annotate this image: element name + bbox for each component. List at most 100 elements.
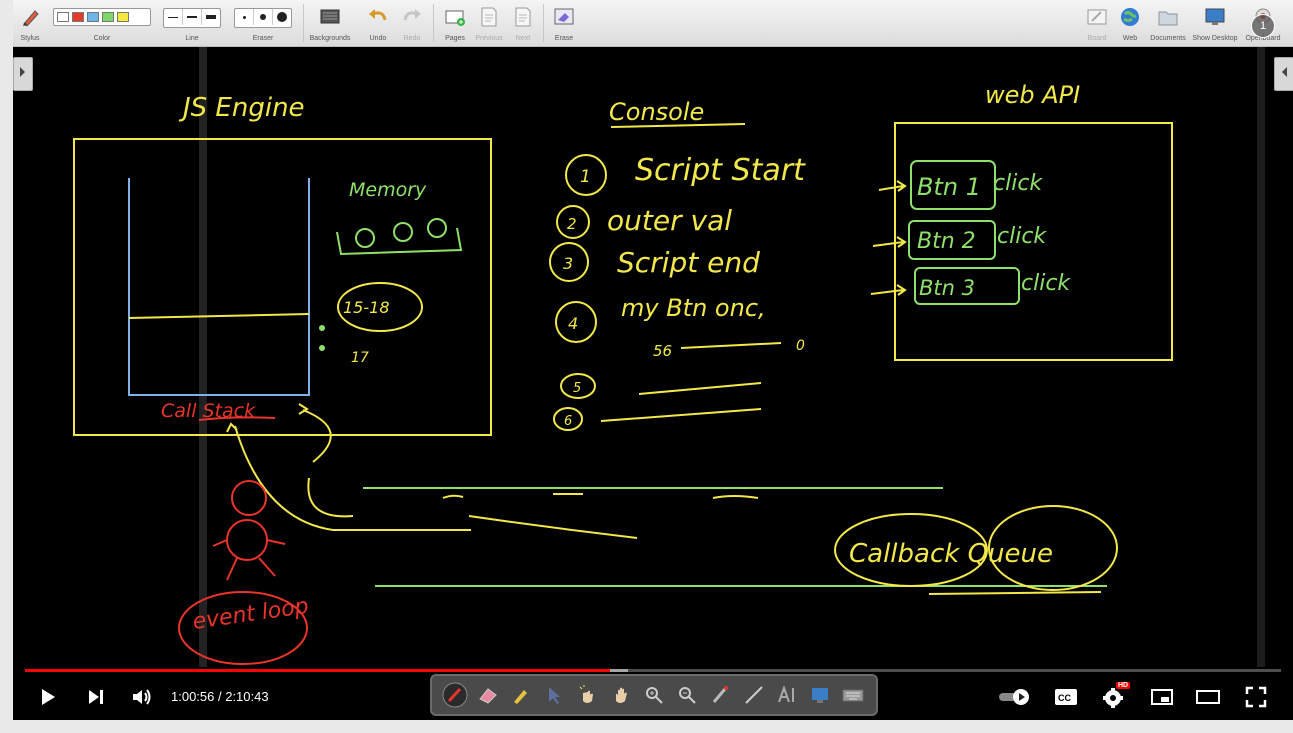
captions-button[interactable]: CC (1053, 684, 1079, 710)
settings-button[interactable]: HD (1101, 682, 1131, 710)
play-icon (42, 689, 55, 705)
erase-label: Erase (554, 35, 574, 42)
time-display: 1:00:56 / 2:10:43 (171, 689, 269, 704)
pages-button[interactable]: Pages (441, 4, 469, 44)
line-tool[interactable]: Line (163, 4, 221, 44)
event-loop-figure (212, 480, 286, 581)
notification-badge[interactable]: 1 (1251, 14, 1275, 38)
line-thin[interactable] (164, 9, 183, 25)
color-swatches[interactable] (53, 8, 151, 26)
memory-number: 17 (351, 350, 369, 366)
volume-button[interactable] (129, 684, 155, 710)
eraser-tool-button[interactable] (474, 681, 502, 709)
backgrounds-button[interactable]: Backgrounds (308, 4, 352, 44)
theater-mode-button[interactable] (1195, 684, 1221, 710)
laser-pointer-tool[interactable] (706, 681, 734, 709)
text-tool[interactable] (773, 681, 801, 709)
swatch-blue[interactable] (87, 12, 99, 22)
progress-played (25, 669, 611, 672)
video-progress-bar[interactable] (25, 669, 1281, 672)
play-button[interactable] (35, 684, 61, 710)
board-button[interactable]: Board (1084, 4, 1110, 44)
console-line-2-num: 2 (567, 215, 577, 233)
zoom-in-tool[interactable] (640, 681, 668, 709)
line-icon (744, 686, 763, 704)
undo-button[interactable]: Undo (365, 4, 391, 44)
eraser-tool[interactable]: Eraser (234, 4, 292, 44)
erase-button[interactable]: Erase (549, 4, 579, 44)
pages-label: Pages (445, 35, 465, 42)
redo-button[interactable]: Redo (399, 4, 425, 44)
console-line-6-num: 6 (564, 414, 572, 429)
swatch-yellow[interactable] (117, 12, 129, 22)
eraser-size-options[interactable] (234, 8, 292, 28)
zoom-out-icon (679, 687, 696, 704)
console-line-4-sub: 56 (653, 342, 672, 360)
hand-tool[interactable] (607, 681, 635, 709)
fullscreen-button[interactable] (1243, 684, 1269, 710)
line-tool-button[interactable] (740, 681, 768, 709)
web-api-btn-3: Btn 3 (919, 276, 975, 300)
erase-board-icon (554, 8, 574, 25)
console-title: Console (609, 98, 704, 126)
event-loop-arrow (234, 425, 471, 531)
documents-button[interactable]: Documents (1149, 4, 1187, 44)
call-stack-container (128, 178, 310, 396)
desktop-monitor-icon (1205, 8, 1225, 25)
autoplay-toggle-icon (999, 689, 1029, 705)
stylus-tool[interactable]: Stylus (15, 4, 45, 44)
interact-tool[interactable] (573, 681, 601, 709)
show-desktop-label: Show Desktop (1192, 35, 1238, 42)
console-line-3: Script end (617, 246, 760, 279)
closed-captions-icon: CC (1055, 689, 1077, 705)
previous-page-button[interactable]: Previous (473, 4, 505, 44)
video-frame[interactable]: Stylus Color Line Eraser Backgrounds Und… (13, 0, 1293, 720)
line-thick[interactable] (202, 9, 220, 25)
hand-sparkle-icon (580, 685, 594, 703)
highlighter-tool[interactable] (507, 681, 535, 709)
keyboard-tool[interactable] (839, 681, 867, 709)
folder-icon (1158, 11, 1178, 26)
next-page-button[interactable]: Next (509, 4, 537, 44)
next-label: Next (515, 35, 531, 42)
whiteboard-canvas[interactable]: JS Engine Call Stack Memory 15-18 17 Con… (13, 47, 1293, 667)
console-line-4: my Btn onc, (621, 294, 766, 322)
autoplay-toggle[interactable] (997, 684, 1033, 710)
pen-tool[interactable] (441, 681, 469, 709)
eraser-medium[interactable] (254, 9, 273, 25)
board-icon (1087, 9, 1107, 25)
text-tool-icon (777, 685, 794, 703)
memory-label: Memory (349, 179, 427, 201)
swatch-white[interactable] (57, 12, 69, 22)
console-line-2: outer val (607, 204, 732, 237)
swatch-green[interactable] (102, 12, 114, 22)
console-line-4-num: 4 (568, 314, 578, 333)
backgrounds-icon (320, 9, 340, 24)
line-width-options[interactable] (163, 8, 221, 28)
theater-mode-icon (1196, 690, 1220, 704)
miniplayer-button[interactable] (1149, 684, 1175, 710)
annotation-toolbar (430, 674, 878, 716)
swatch-red[interactable] (72, 12, 84, 22)
selector-tool[interactable] (540, 681, 568, 709)
time-separator: / (214, 689, 226, 704)
web-button[interactable]: Web (1117, 4, 1143, 44)
next-video-button[interactable] (83, 684, 109, 710)
eraser-small[interactable] (235, 9, 254, 25)
web-api-title: web API (985, 81, 1080, 109)
line-medium[interactable] (183, 9, 202, 25)
color-tool[interactable]: Color (53, 4, 151, 44)
capture-tool[interactable] (806, 681, 834, 709)
line-label: Line (185, 35, 199, 42)
zoom-out-tool[interactable] (673, 681, 701, 709)
current-time: 1:00:56 (171, 689, 215, 704)
web-api-event-3: click (1021, 271, 1071, 296)
show-desktop-button[interactable]: Show Desktop (1191, 4, 1239, 44)
eraser-large[interactable] (273, 9, 291, 25)
stylus-icon (23, 10, 39, 27)
capture-screen-icon (812, 688, 829, 703)
skip-next-icon (89, 690, 103, 704)
documents-label: Documents (1150, 35, 1186, 42)
hd-badge: HD (1116, 682, 1131, 689)
undo-label: Undo (369, 35, 387, 42)
